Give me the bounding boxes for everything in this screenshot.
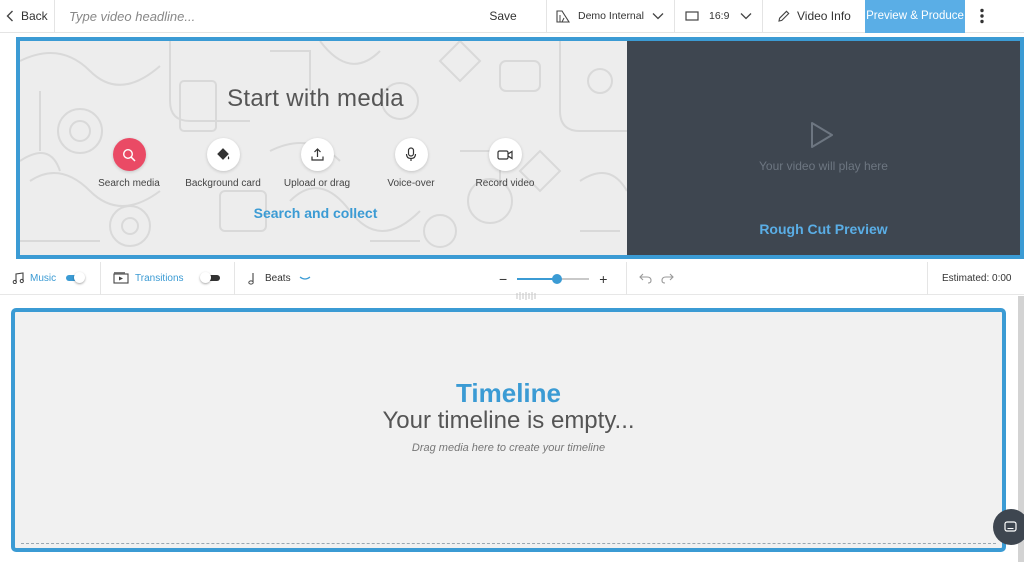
background-card-button[interactable]: Background card [176,138,270,189]
transitions-control[interactable]: Transitions [101,261,235,295]
pencil-icon [778,10,790,22]
zoom-in-button[interactable]: + [599,271,607,287]
background-card-circle [206,138,240,171]
record-video-circle [488,138,522,171]
timeline-title: Timeline [455,378,561,408]
aspect-ratio-label: 16:9 [709,10,730,22]
chevron-left-icon [6,10,13,22]
music-note-icon [12,272,24,284]
chevron-down-icon [740,13,752,20]
redo-icon[interactable] [661,273,674,284]
back-label: Back [21,9,48,23]
tool-label: Upload or drag [283,178,351,189]
back-button[interactable]: Back [0,0,55,33]
music-toggle[interactable] [66,272,86,283]
upload-circle [300,138,334,171]
music-control[interactable]: Music [0,261,101,295]
video-info-button[interactable]: Video Info [762,0,865,33]
chat-icon [1004,520,1017,532]
tool-label: Background card [185,178,261,189]
beats-wave-icon [299,276,310,280]
resize-handle-icon[interactable] [515,291,539,301]
estimated-duration: Estimated: 0:00 [942,273,1012,284]
save-button[interactable]: Save [460,0,546,33]
media-tools: Search media Background card Upload or d… [82,138,552,189]
tool-label: Record video [475,178,535,189]
preview-placeholder: Your video will play here [759,159,888,173]
zoom-out-button[interactable]: − [499,271,507,287]
video-headline-input[interactable] [55,0,460,33]
rough-cut-preview-title: Rough Cut Preview [759,221,888,237]
brand-kit-icon [556,10,571,23]
transitions-icon [113,272,129,284]
timeline-dropzone[interactable]: Timeline Your timeline is empty... Drag … [11,308,1006,552]
voice-over-circle [394,138,428,171]
search-media-circle [112,138,146,171]
beats-control[interactable]: Beats [235,262,325,295]
more-options-button[interactable] [965,0,999,33]
workspace-label: Demo Internal [578,10,644,22]
chat-support-button[interactable] [993,509,1024,545]
beat-note-icon [248,272,254,285]
media-panel: Start with media Search media Background… [16,37,627,259]
upload-icon [310,148,324,161]
top-bar: Back Save Demo Internal 16:9 Video Info … [0,0,1024,33]
timeline-dashed-divider [21,543,996,544]
play-icon[interactable] [809,121,835,149]
paint-bucket-icon [216,148,229,160]
microphone-icon [405,147,417,161]
preview-produce-button[interactable]: Preview & Produce [865,0,965,33]
history-controls [626,262,928,295]
search-and-collect-label: Search and collect [253,205,378,221]
video-camera-icon [497,149,513,160]
upload-button[interactable]: Upload or drag [270,138,364,189]
zoom-slider-handle[interactable] [551,273,562,284]
beats-label: Beats [265,272,291,284]
music-label: Music [30,272,57,284]
zoom-slider-fill [517,277,557,280]
toggle-knob [199,272,211,283]
video-info-label: Video Info [797,9,851,23]
rough-cut-preview-panel: Your video will play here Rough Cut Prev… [627,37,1024,259]
kebab-menu-icon [980,8,984,24]
timeline-hint: Drag media here to create your timeline [411,442,606,454]
aspect-ratio-icon [685,11,699,21]
tool-label: Voice-over [387,178,435,189]
workspace-dropdown[interactable]: Demo Internal [546,0,674,33]
zoom-slider[interactable] [517,273,590,284]
tool-label: Search media [98,178,160,189]
record-video-button[interactable]: Record video [458,138,552,189]
transitions-toggle[interactable] [199,272,220,283]
toggle-knob [74,272,86,283]
search-icon [122,148,136,162]
undo-icon[interactable] [639,273,652,284]
timeline-controls-bar: Music Transitions Beats − + Estimated: 0… [0,261,1024,295]
timeline-empty-message: Your timeline is empty... [382,407,635,434]
aspect-ratio-dropdown[interactable]: 16:9 [674,0,762,33]
media-panel-title: Start with media [227,85,404,112]
voice-over-button[interactable]: Voice-over [364,138,458,189]
chevron-down-icon [652,13,664,20]
search-media-button[interactable]: Search media [82,138,176,189]
transitions-label: Transitions [135,272,184,284]
